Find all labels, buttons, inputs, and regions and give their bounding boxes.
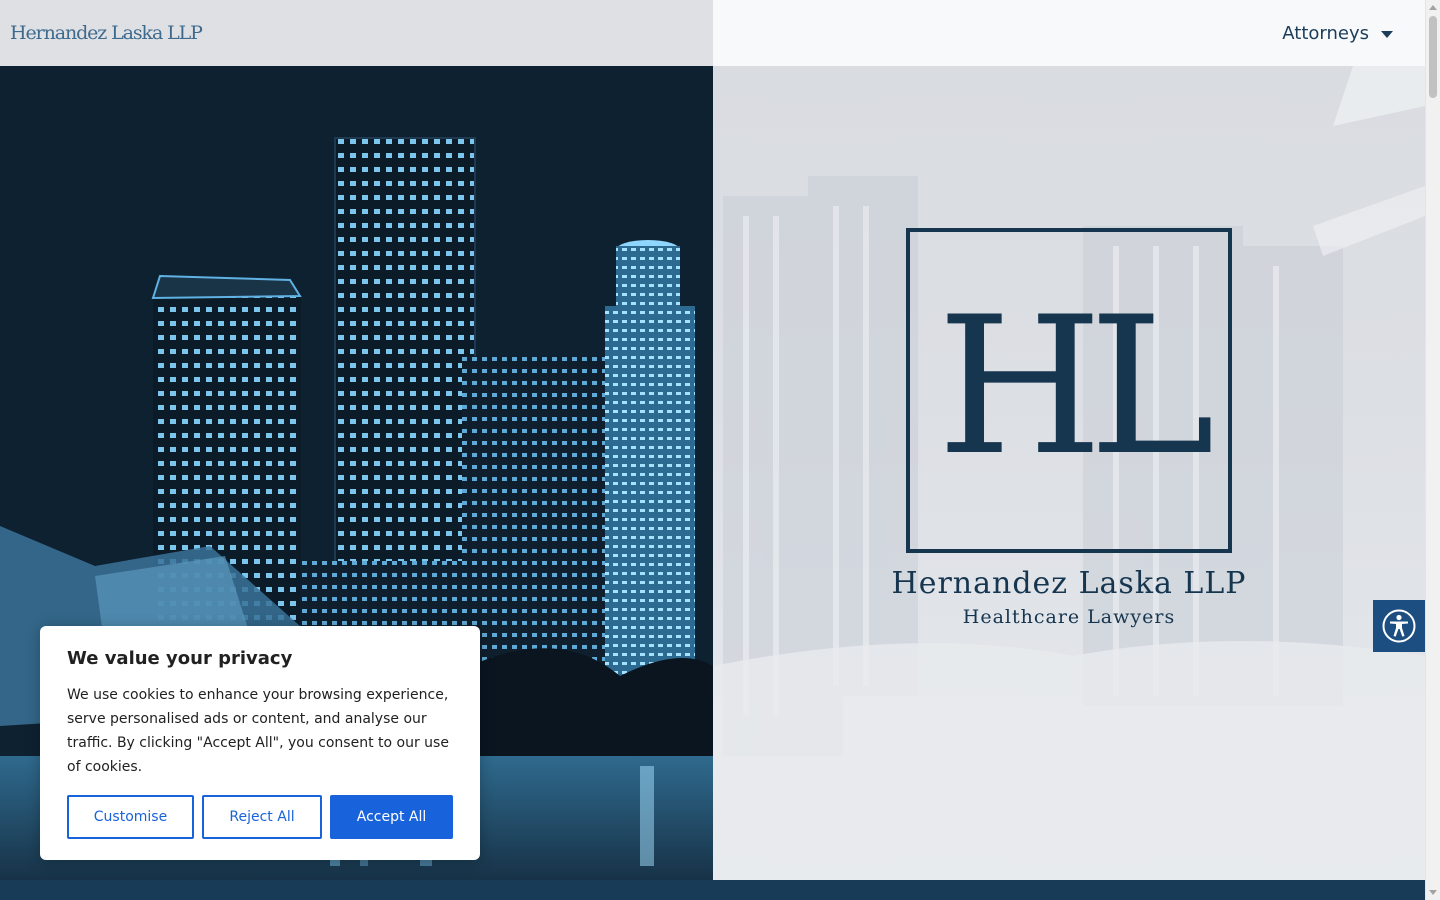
cookie-customise-button[interactable]: Customise xyxy=(67,795,194,839)
scrollbar-thumb[interactable] xyxy=(1429,16,1437,98)
site-header-left: Hernandez Laska LLP xyxy=(0,0,713,66)
scroll-down-arrow-icon[interactable] xyxy=(1429,890,1437,895)
site-logo-link[interactable]: Hernandez Laska LLP xyxy=(10,22,203,44)
hero-logo-panel: HL Hernandez Laska LLP Healthcare Lawyer… xyxy=(713,66,1425,880)
cookie-consent-banner: We value your privacy We use cookies to … xyxy=(40,626,480,860)
accessibility-button[interactable] xyxy=(1373,600,1425,652)
cookie-title: We value your privacy xyxy=(67,648,293,669)
site-header-right: Attorneys xyxy=(713,0,1425,66)
cookie-reject-button[interactable]: Reject All xyxy=(202,795,322,839)
cookie-description: We use cookies to enhance your browsing … xyxy=(67,687,449,775)
accessibility-icon xyxy=(1382,609,1416,643)
logo-firm-name: Hernandez Laska LLP xyxy=(891,566,1247,601)
nav-attorneys-dropdown[interactable]: Attorneys xyxy=(1282,23,1393,44)
cookie-button-row: Customise Reject All Accept All xyxy=(67,795,453,839)
scroll-up-arrow-icon[interactable] xyxy=(1429,5,1437,10)
nav-attorneys-label: Attorneys xyxy=(1282,22,1369,44)
page-scrollbar[interactable] xyxy=(1425,0,1440,900)
cookie-accept-button[interactable]: Accept All xyxy=(330,795,453,839)
chevron-down-icon xyxy=(1381,30,1393,38)
logo-tagline: Healthcare Lawyers xyxy=(962,606,1176,628)
logo-frame: HL xyxy=(906,228,1232,553)
footer-band xyxy=(0,880,1425,900)
logo-monogram: HL xyxy=(937,276,1215,497)
